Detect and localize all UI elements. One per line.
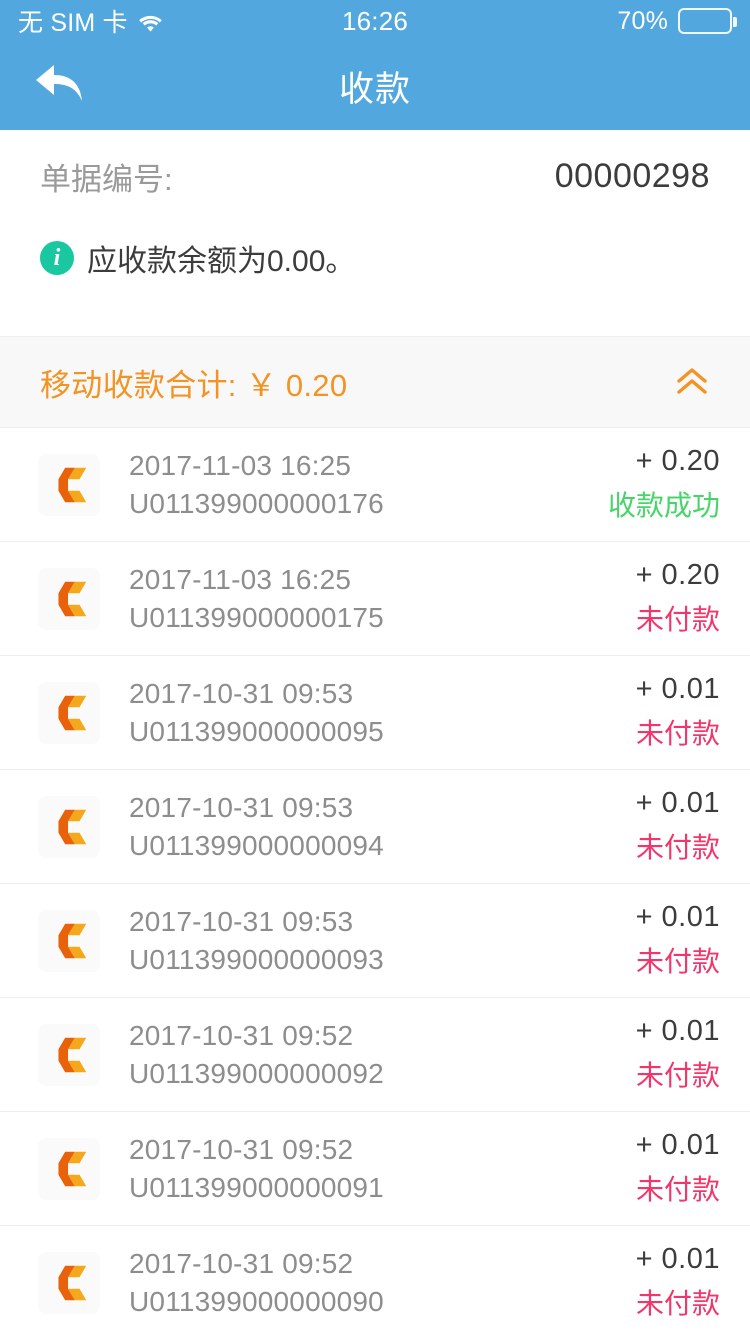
- page-title: 收款: [338, 69, 411, 109]
- transaction-amount-status: + 0.20 收款成功: [608, 445, 720, 524]
- transaction-order-number: U011399000000094: [129, 829, 384, 861]
- document-number-row: 单据编号: 00000298: [40, 130, 710, 222]
- transaction-amount: + 0.01: [635, 787, 720, 819]
- battery-icon: [678, 8, 738, 34]
- back-button[interactable]: [30, 59, 92, 113]
- transaction-status: 未付款: [635, 604, 720, 635]
- status-bar-right: 70%: [408, 6, 738, 36]
- transaction-amount: + 0.01: [635, 673, 720, 705]
- company-c-logo-icon: [38, 453, 100, 516]
- double-chevron-up-icon[interactable]: [674, 367, 710, 397]
- company-c-logo-icon: [38, 795, 100, 858]
- document-info-block: 单据编号: 00000298 i 应收款余额为0.00。: [0, 130, 750, 294]
- transaction-order-number: U011399000000095: [129, 715, 384, 747]
- company-c-logo-icon: [38, 567, 100, 630]
- transaction-order-number: U011399000000093: [129, 943, 384, 975]
- transaction-details: 2017-10-31 09:53 U011399000000093: [129, 906, 636, 976]
- transaction-order-number: U011399000000175: [129, 601, 384, 633]
- transaction-time: 2017-10-31 09:52: [129, 1019, 354, 1051]
- transaction-status: 未付款: [635, 1174, 720, 1205]
- status-bar-left: 无 SIM 卡: [18, 3, 342, 39]
- transaction-time: 2017-11-03 16:25: [129, 563, 352, 595]
- company-c-logo-icon: [38, 1137, 100, 1200]
- transaction-details: 2017-10-31 09:53 U011399000000095: [129, 678, 636, 748]
- balance-notice-text: 应收款余额为0.00。: [87, 245, 356, 278]
- transaction-row[interactable]: 2017-10-31 09:52 U011399000000091 + 0.01…: [0, 1112, 750, 1226]
- transaction-amount-status: + 0.01 未付款: [636, 673, 720, 752]
- transaction-time: 2017-10-31 09:53: [129, 905, 354, 937]
- transaction-amount: + 0.01: [635, 1129, 720, 1161]
- transaction-status: 未付款: [635, 718, 720, 749]
- transaction-amount-status: + 0.01 未付款: [636, 1015, 720, 1094]
- mobile-receipt-summary-header[interactable]: 移动收款合计: ￥ 0.20: [0, 336, 750, 428]
- wifi-icon: [137, 11, 164, 32]
- transaction-amount-status: + 0.01 未付款: [636, 1243, 720, 1322]
- transaction-amount: + 0.20: [635, 445, 720, 477]
- transaction-status: 收款成功: [607, 490, 720, 521]
- transaction-status: 未付款: [635, 1060, 720, 1091]
- transaction-order-number: U011399000000176: [129, 487, 384, 519]
- transaction-list: 2017-11-03 16:25 U011399000000176 + 0.20…: [0, 428, 750, 1334]
- info-icon: i: [40, 241, 74, 275]
- transaction-time: 2017-11-03 16:25: [129, 449, 352, 481]
- document-number-label: 单据编号:: [40, 161, 173, 197]
- transaction-details: 2017-11-03 16:25 U011399000000175: [129, 564, 636, 634]
- transaction-order-number: U011399000000091: [129, 1171, 384, 1203]
- balance-notice: i 应收款余额为0.00。: [40, 222, 710, 294]
- transaction-amount: + 0.01: [635, 1243, 720, 1275]
- transaction-amount-status: + 0.01 未付款: [636, 901, 720, 980]
- status-bar-clock: 16:26: [341, 5, 409, 36]
- transaction-time: 2017-10-31 09:53: [129, 677, 354, 709]
- transaction-row[interactable]: 2017-11-03 16:25 U011399000000176 + 0.20…: [0, 428, 750, 542]
- transaction-order-number: U011399000000092: [129, 1057, 384, 1089]
- company-c-logo-icon: [38, 1251, 100, 1314]
- navigation-bar: 收款: [0, 42, 750, 130]
- transaction-amount-status: + 0.20 未付款: [636, 559, 720, 638]
- transaction-status: 未付款: [635, 832, 720, 863]
- transaction-amount-status: + 0.01 未付款: [636, 787, 720, 866]
- app-screen: 无 SIM 卡 16:26 70% 收款 单据编号: 00000298 i 应收…: [0, 0, 750, 1334]
- transaction-details: 2017-10-31 09:53 U011399000000094: [129, 792, 636, 862]
- transaction-time: 2017-10-31 09:53: [129, 791, 354, 823]
- section-spacer: [0, 294, 750, 336]
- transaction-time: 2017-10-31 09:52: [129, 1247, 354, 1279]
- company-c-logo-icon: [38, 909, 100, 972]
- transaction-order-number: U011399000000090: [129, 1285, 384, 1317]
- status-bar: 无 SIM 卡 16:26 70%: [0, 0, 750, 42]
- transaction-amount-status: + 0.01 未付款: [636, 1129, 720, 1208]
- transaction-details: 2017-11-03 16:25 U011399000000176: [129, 450, 608, 520]
- transaction-details: 2017-10-31 09:52 U011399000000090: [129, 1248, 636, 1318]
- transaction-status: 未付款: [635, 1288, 720, 1319]
- transaction-details: 2017-10-31 09:52 U011399000000091: [129, 1134, 636, 1204]
- company-c-logo-icon: [38, 681, 100, 744]
- transaction-amount: + 0.01: [635, 901, 720, 933]
- carrier-label: 无 SIM 卡: [18, 9, 128, 37]
- battery-percent-label: 70%: [617, 6, 669, 35]
- transaction-row[interactable]: 2017-10-31 09:53 U011399000000094 + 0.01…: [0, 770, 750, 884]
- transaction-amount: + 0.20: [635, 559, 720, 591]
- transaction-row[interactable]: 2017-10-31 09:52 U011399000000090 + 0.01…: [0, 1226, 750, 1334]
- transaction-details: 2017-10-31 09:52 U011399000000092: [129, 1020, 636, 1090]
- document-number-value: 00000298: [554, 156, 710, 195]
- transaction-time: 2017-10-31 09:52: [129, 1133, 354, 1165]
- transaction-row[interactable]: 2017-11-03 16:25 U011399000000175 + 0.20…: [0, 542, 750, 656]
- transaction-amount: + 0.01: [635, 1015, 720, 1047]
- summary-total-label: 移动收款合计: ￥ 0.20: [40, 367, 348, 403]
- transaction-row[interactable]: 2017-10-31 09:53 U011399000000095 + 0.01…: [0, 656, 750, 770]
- transaction-row[interactable]: 2017-10-31 09:53 U011399000000093 + 0.01…: [0, 884, 750, 998]
- transaction-row[interactable]: 2017-10-31 09:52 U011399000000092 + 0.01…: [0, 998, 750, 1112]
- transaction-status: 未付款: [635, 946, 720, 977]
- back-arrow-icon: [32, 59, 90, 114]
- company-c-logo-icon: [38, 1023, 100, 1086]
